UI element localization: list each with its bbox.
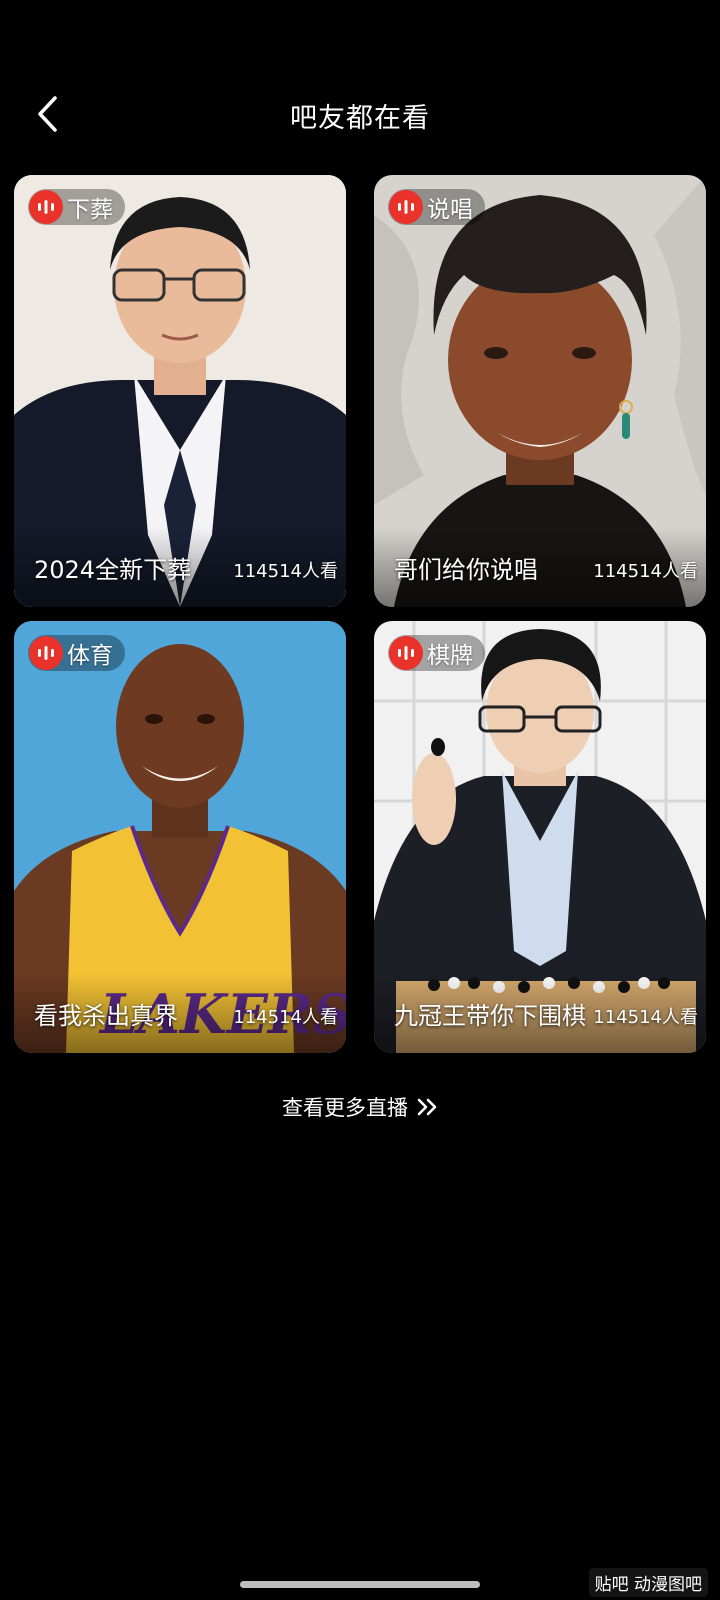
live-card[interactable]: 说唱 哥们给你说唱 114514人看 — [374, 175, 706, 607]
live-audio-icon — [29, 636, 63, 670]
live-card[interactable]: 下葬 2024全新下葬 114514人看 — [14, 175, 346, 607]
live-card[interactable]: 棋牌 九冠王带你下围棋 114514人看 — [374, 621, 706, 1053]
see-more-live-link[interactable]: 查看更多直播 — [0, 1092, 720, 1122]
viewer-count: 114514人看 — [233, 561, 338, 582]
stream-title: 九冠王带你下围棋 — [394, 1002, 586, 1030]
screen: 吧友都在看 下葬 2024全新下葬 114514人看 说唱 哥们给你说唱 114… — [0, 0, 720, 1600]
viewer-count: 114514人看 — [593, 561, 698, 582]
see-more-label: 查看更多直播 — [282, 1096, 408, 1120]
live-audio-icon — [389, 636, 423, 670]
viewer-count: 114514人看 — [593, 1007, 698, 1028]
live-audio-icon — [29, 190, 63, 224]
page-title: 吧友都在看 — [290, 103, 430, 134]
category-tag-label: 棋牌 — [427, 643, 473, 669]
category-tag-label: 下葬 — [67, 197, 113, 223]
category-tag: 下葬 — [28, 189, 125, 225]
live-audio-icon — [389, 190, 423, 224]
category-tag-label: 说唱 — [427, 197, 473, 223]
category-tag: 体育 — [28, 635, 125, 671]
stream-title: 看我杀出真界 — [34, 1002, 178, 1030]
stream-title: 哥们给你说唱 — [394, 556, 538, 584]
home-indicator[interactable] — [240, 1581, 480, 1588]
viewer-count: 114514人看 — [233, 1007, 338, 1028]
category-tag: 棋牌 — [388, 635, 485, 671]
header: 吧友都在看 — [0, 82, 720, 152]
stream-title: 2024全新下葬 — [34, 556, 192, 584]
live-card[interactable]: LAKERS 体育 看我杀出真界 114514人看 — [14, 621, 346, 1053]
double-chevron-right-icon — [416, 1097, 438, 1122]
watermark: 贴吧 动漫图吧 — [588, 1568, 708, 1597]
category-tag-label: 体育 — [67, 643, 113, 669]
category-tag: 说唱 — [388, 189, 485, 225]
